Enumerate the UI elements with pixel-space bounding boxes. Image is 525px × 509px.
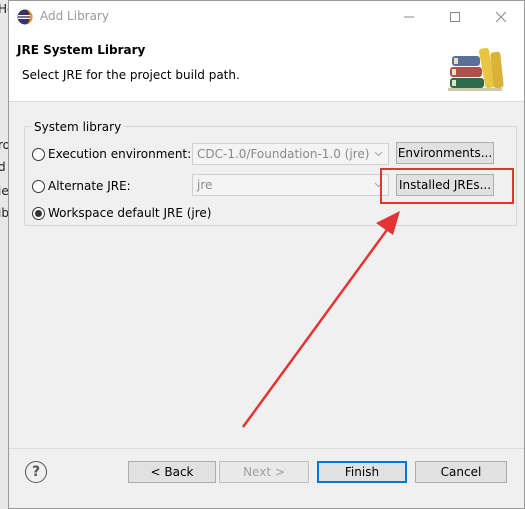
next-button[interactable]: Next >	[219, 461, 309, 483]
background-window: He ro d ie ib	[0, 0, 14, 509]
annotation-arrow	[241, 211, 400, 428]
add-library-dialog: Add Library JRE System Library Select JR…	[8, 0, 525, 509]
cancel-button[interactable]: Cancel	[415, 461, 507, 483]
footer-divider	[9, 448, 524, 449]
background-text: d	[0, 160, 6, 174]
help-icon[interactable]: ?	[25, 461, 47, 483]
finish-button[interactable]: Finish	[317, 461, 407, 483]
back-button[interactable]: < Back	[128, 461, 216, 483]
